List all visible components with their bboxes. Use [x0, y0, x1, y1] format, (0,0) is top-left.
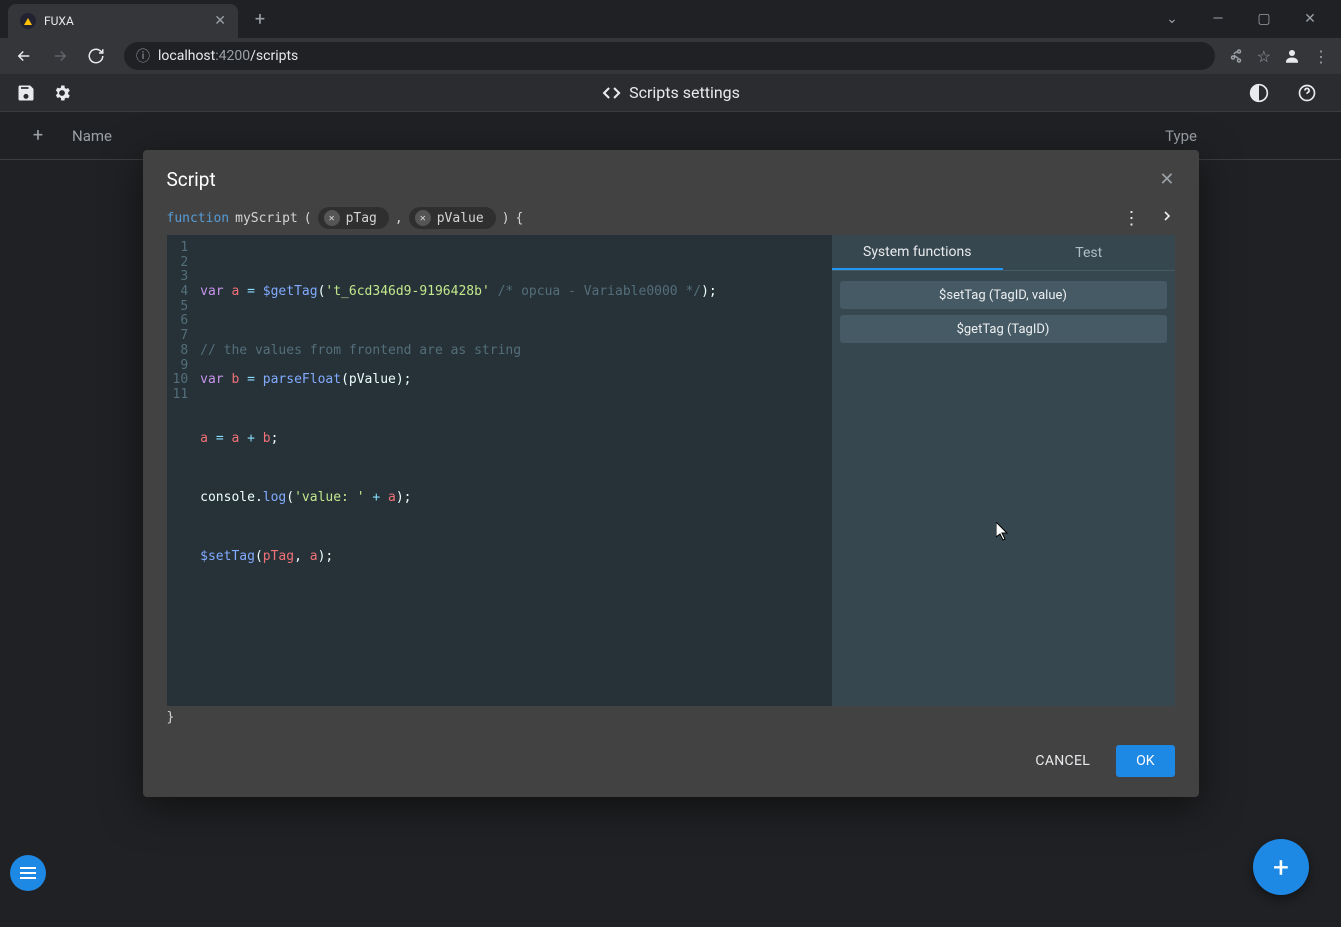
url-path: /scripts [250, 48, 298, 64]
nav-forward-button[interactable] [44, 40, 76, 72]
window-minimize-icon[interactable]: — [1203, 11, 1233, 27]
profile-icon[interactable] [1283, 47, 1301, 65]
line-gutter: 1234567891011 [167, 235, 197, 706]
nav-reload-button[interactable] [80, 40, 112, 72]
cancel-button[interactable]: CANCEL [1023, 745, 1102, 777]
code-line [200, 256, 717, 271]
bookmark-icon[interactable]: ☆ [1257, 47, 1271, 66]
open-paren: ( [304, 211, 312, 226]
editor-row: 1234567891011 var a = $getTag('t_6cd346d… [143, 235, 1199, 706]
code-content[interactable]: var a = $getTag('t_6cd346d9-9196428b' /*… [196, 235, 725, 706]
url-input[interactable]: ⓘ localhost:4200/scripts [124, 42, 1215, 70]
menu-icon [20, 867, 36, 879]
menu-fab[interactable] [10, 855, 46, 891]
side-panel: System functions Test $setTag (TagID, va… [832, 235, 1175, 706]
param-label: pValue [437, 211, 484, 226]
close-paren: ) [502, 211, 510, 226]
browser-urlbar: ⓘ localhost:4200/scripts ☆ ⋮ [0, 38, 1341, 74]
fn-gettag-button[interactable]: $getTag (TagID) [840, 315, 1167, 343]
remove-param-icon[interactable]: ✕ [324, 210, 340, 226]
tab-favicon [20, 13, 36, 29]
chevron-down-icon[interactable]: ⌄ [1157, 11, 1187, 27]
new-tab-button[interactable]: + [246, 5, 274, 33]
browser-titlebar: FUXA ✕ + ⌄ — ▢ ✕ [0, 0, 1341, 38]
window-maximize-icon[interactable]: ▢ [1249, 11, 1279, 27]
code-editor[interactable]: 1234567891011 var a = $getTag('t_6cd346d… [167, 235, 832, 706]
fn-settag-button[interactable]: $setTag (TagID, value) [840, 281, 1167, 309]
tab-system-functions[interactable]: System functions [832, 235, 1004, 270]
code-line [200, 314, 717, 329]
code-line [200, 403, 717, 418]
more-icon[interactable]: ⋮ [1123, 208, 1141, 229]
code-line: $setTag(pTag, a); [200, 550, 717, 565]
ok-button[interactable]: OK [1116, 745, 1174, 777]
url-host: localhost [158, 48, 215, 64]
collapse-panel-icon[interactable] [1159, 208, 1175, 229]
remove-param-icon[interactable]: ✕ [415, 210, 431, 226]
param-chip-ptag[interactable]: ✕ pTag [318, 207, 389, 229]
tab-close-icon[interactable]: ✕ [214, 13, 226, 29]
function-signature: function myScript ( ✕ pTag , ✕ pValue ) … [143, 201, 1199, 235]
side-tabs: System functions Test [832, 235, 1175, 271]
url-port: :4200 [215, 48, 250, 64]
script-dialog: Script ✕ function myScript ( ✕ pTag , ✕ … [143, 150, 1199, 797]
share-icon[interactable] [1227, 47, 1245, 65]
window-controls: ⌄ — ▢ ✕ [1157, 11, 1341, 27]
nav-back-button[interactable] [8, 40, 40, 72]
code-line: // the values from frontend are as strin… [200, 344, 717, 359]
window-close-icon[interactable]: ✕ [1295, 11, 1325, 27]
param-label: pTag [346, 211, 377, 226]
dialog-actions: CANCEL OK [143, 733, 1199, 797]
param-separator: , [395, 211, 403, 226]
code-line: var b = parseFloat(pValue); [200, 373, 717, 388]
function-name: myScript [235, 211, 298, 226]
tab-title: FUXA [44, 14, 214, 28]
browser-tab[interactable]: FUXA ✕ [8, 4, 238, 38]
dialog-backdrop: Script ✕ function myScript ( ✕ pTag , ✕ … [0, 74, 1341, 927]
dialog-header: Script ✕ [143, 150, 1199, 201]
code-line: console.log('value: ' + a); [200, 491, 717, 506]
code-line: var a = $getTag('t_6cd346d9-9196428b' /*… [200, 285, 717, 300]
tab-test[interactable]: Test [1003, 235, 1175, 270]
code-line: a = a + b; [200, 432, 717, 447]
site-info-icon[interactable]: ⓘ [136, 46, 150, 66]
close-brace: } [143, 706, 1199, 733]
system-functions-list: $setTag (TagID, value) $getTag (TagID) [832, 271, 1175, 353]
browser-menu-icon[interactable]: ⋮ [1313, 47, 1329, 66]
open-brace: { [516, 211, 524, 226]
keyword-function: function [167, 211, 230, 226]
dialog-title: Script [167, 168, 216, 191]
add-fab[interactable]: + [1253, 839, 1309, 895]
param-chip-pvalue[interactable]: ✕ pValue [409, 207, 496, 229]
code-line [200, 520, 717, 535]
code-line [200, 461, 717, 476]
close-icon[interactable]: ✕ [1159, 169, 1174, 190]
